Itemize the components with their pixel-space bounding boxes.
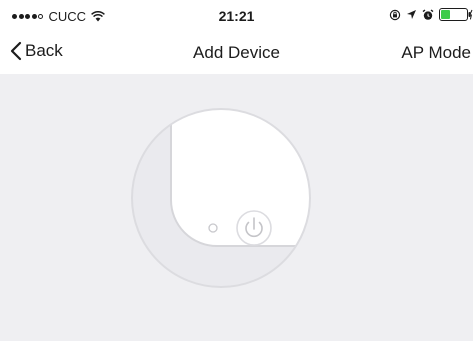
- status-right: [384, 8, 473, 21]
- nav-bar: Back Add Device AP Mode: [0, 34, 473, 74]
- battery-icon: [439, 8, 473, 21]
- status-bar: CUCC 21:21: [0, 0, 473, 34]
- ap-mode-button[interactable]: AP Mode: [401, 43, 471, 63]
- location-arrow-icon: [406, 9, 417, 20]
- screen-lock-icon: [389, 9, 401, 21]
- device-corner-illustration: [131, 108, 311, 288]
- alarm-icon: [422, 8, 434, 21]
- main-content: [0, 74, 473, 341]
